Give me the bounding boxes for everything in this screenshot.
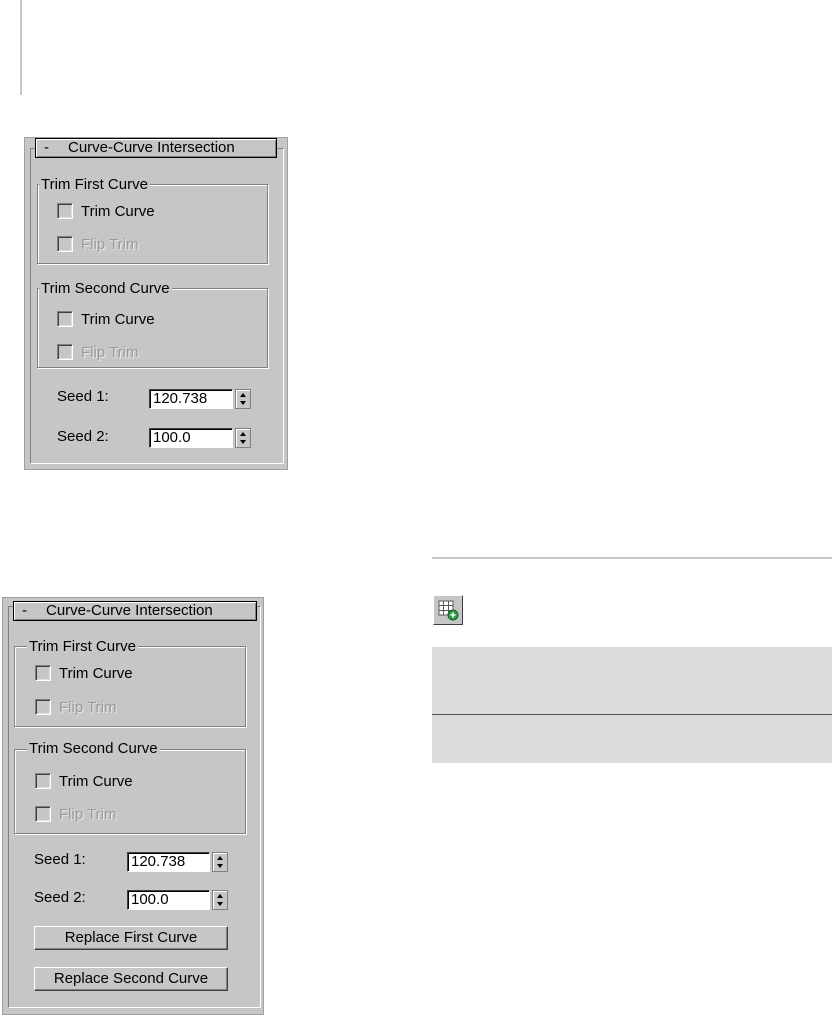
rollout-panel-bottom: - Curve-Curve Intersection Trim First Cu… bbox=[2, 597, 264, 1015]
spinner-up-icon[interactable] bbox=[240, 393, 246, 397]
trim-curve-row[interactable]: Trim Curve bbox=[35, 772, 133, 790]
trim-curve-checkbox[interactable] bbox=[57, 203, 73, 219]
section-divider bbox=[432, 557, 832, 559]
spinner-down-icon[interactable] bbox=[217, 864, 223, 868]
seed1-input[interactable]: 120.738 bbox=[127, 852, 210, 872]
flip-trim-checkbox bbox=[57, 236, 73, 252]
group-label-trim-first: Trim First Curve bbox=[39, 176, 150, 193]
trim-curve-label: Trim Curve bbox=[59, 664, 133, 682]
flip-trim-row: Flip Trim bbox=[57, 343, 139, 361]
trim-curve-row[interactable]: Trim Curve bbox=[57, 202, 155, 220]
flip-trim-row: Flip Trim bbox=[35, 698, 117, 716]
seed2-spinner[interactable] bbox=[235, 428, 251, 448]
table-row bbox=[432, 647, 832, 714]
group-label-trim-second: Trim Second Curve bbox=[27, 740, 160, 757]
flip-trim-checkbox bbox=[57, 344, 73, 360]
grid-plus-icon bbox=[438, 600, 459, 621]
trim-curve-label: Trim Curve bbox=[81, 310, 155, 328]
rollout-title-bar[interactable]: - Curve-Curve Intersection bbox=[35, 138, 277, 158]
flip-trim-label: Flip Trim bbox=[59, 698, 117, 716]
seed2-label: Seed 2: bbox=[57, 428, 109, 445]
create-curve-curve-intersection-icon[interactable] bbox=[433, 595, 463, 625]
seed1-spinner[interactable] bbox=[212, 852, 228, 872]
flip-trim-label: Flip Trim bbox=[81, 235, 139, 253]
spinner-down-icon[interactable] bbox=[240, 440, 246, 444]
seed1-spinner[interactable] bbox=[235, 389, 251, 409]
flip-trim-label: Flip Trim bbox=[59, 805, 117, 823]
collapse-icon[interactable]: - bbox=[22, 602, 27, 620]
spinner-up-icon[interactable] bbox=[240, 432, 246, 436]
collapse-icon[interactable]: - bbox=[44, 139, 49, 157]
trim-curve-label: Trim Curve bbox=[59, 772, 133, 790]
seed1-input[interactable]: 120.738 bbox=[149, 389, 233, 409]
seed1-label: Seed 1: bbox=[57, 388, 109, 405]
flip-trim-row: Flip Trim bbox=[57, 235, 139, 253]
trim-curve-checkbox[interactable] bbox=[35, 665, 51, 681]
rollout-panel-top: - Curve-Curve Intersection Trim First Cu… bbox=[24, 137, 288, 470]
trim-curve-row[interactable]: Trim Curve bbox=[35, 664, 133, 682]
seed2-spinner[interactable] bbox=[212, 890, 228, 910]
trim-curve-label: Trim Curve bbox=[81, 202, 155, 220]
replace-first-curve-button[interactable]: Replace First Curve bbox=[34, 926, 228, 950]
trim-curve-row[interactable]: Trim Curve bbox=[57, 310, 155, 328]
group-label-trim-first: Trim First Curve bbox=[27, 638, 138, 655]
table-row bbox=[432, 715, 832, 763]
flip-trim-checkbox bbox=[35, 806, 51, 822]
flip-trim-row: Flip Trim bbox=[35, 805, 117, 823]
spinner-down-icon[interactable] bbox=[217, 902, 223, 906]
rollout-title-bar[interactable]: - Curve-Curve Intersection bbox=[13, 601, 257, 621]
spinner-up-icon[interactable] bbox=[217, 856, 223, 860]
seed2-input[interactable]: 100.0 bbox=[127, 890, 210, 910]
seed2-input[interactable]: 100.0 bbox=[149, 428, 233, 448]
rollout-title: Curve-Curve Intersection bbox=[46, 602, 213, 619]
seed1-label: Seed 1: bbox=[34, 851, 86, 868]
rollout-title: Curve-Curve Intersection bbox=[68, 139, 235, 156]
flip-trim-label: Flip Trim bbox=[81, 343, 139, 361]
trim-curve-checkbox[interactable] bbox=[35, 773, 51, 789]
flip-trim-checkbox bbox=[35, 699, 51, 715]
spinner-up-icon[interactable] bbox=[217, 894, 223, 898]
group-label-trim-second: Trim Second Curve bbox=[39, 280, 172, 297]
spinner-down-icon[interactable] bbox=[240, 401, 246, 405]
page-margin-rule bbox=[20, 0, 22, 95]
trim-curve-checkbox[interactable] bbox=[57, 311, 73, 327]
replace-second-curve-button[interactable]: Replace Second Curve bbox=[34, 967, 228, 991]
seed2-label: Seed 2: bbox=[34, 889, 86, 906]
